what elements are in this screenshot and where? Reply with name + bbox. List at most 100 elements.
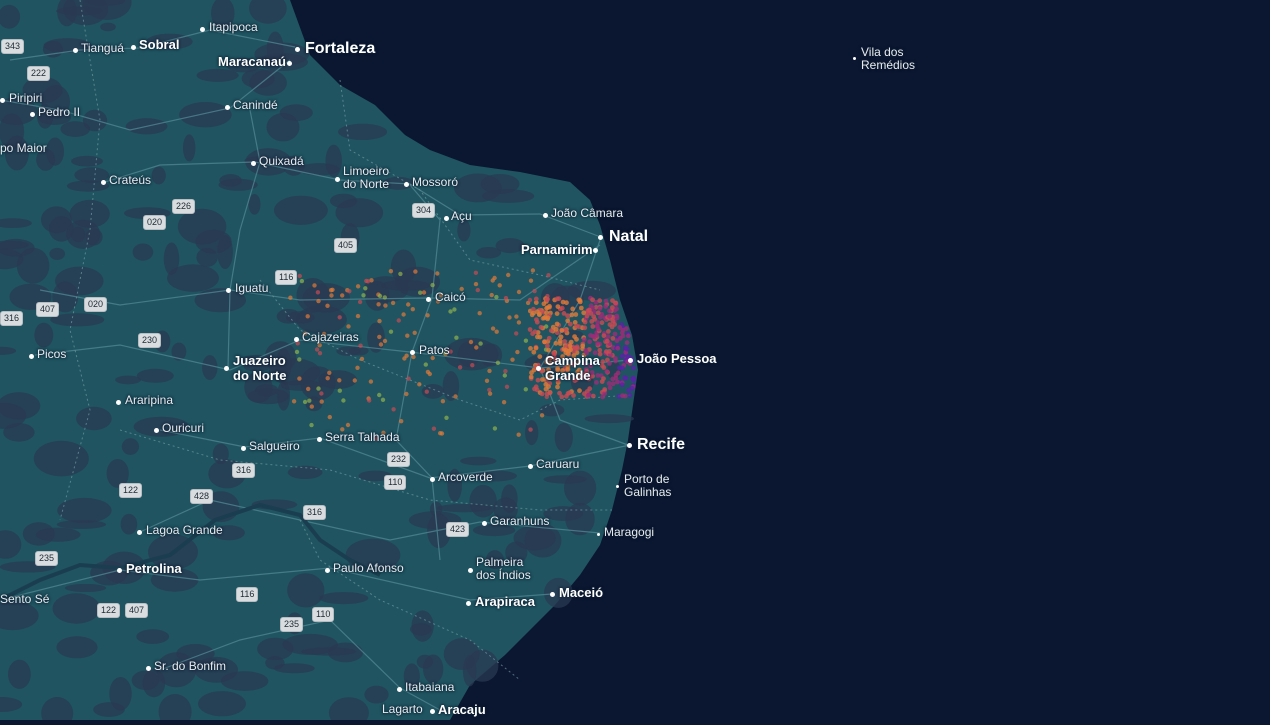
terrain-patch xyxy=(56,636,98,659)
city-dot xyxy=(325,568,330,573)
city-aracaju[interactable]: Aracaju xyxy=(430,702,486,718)
city-petrolina[interactable]: Petrolina xyxy=(117,561,182,577)
city-caninde[interactable]: Canindé xyxy=(225,98,278,112)
heat-point xyxy=(595,310,601,316)
city-senhor-do-bonfim[interactable]: Sr. do Bonfim xyxy=(146,659,227,673)
city-sobral[interactable]: Sobral xyxy=(131,37,179,53)
city-label: Recife xyxy=(637,436,686,453)
highway-shield: 405 xyxy=(334,238,358,253)
highway-shield: 343 xyxy=(1,39,25,54)
city-sento-se[interactable]: Sento Sé xyxy=(0,592,49,606)
city-label: Sr. do Bonfim xyxy=(154,659,227,673)
heat-point xyxy=(448,309,453,314)
city-cajazeiras[interactable]: Cajazeiras xyxy=(294,330,359,344)
city-mossoro[interactable]: Mossoró xyxy=(404,175,459,189)
heat-point xyxy=(568,339,574,345)
heat-point xyxy=(565,318,571,324)
city-ouricuri[interactable]: Ouricuri xyxy=(154,421,205,435)
city-label: Lagoa Grande xyxy=(146,523,223,537)
city-iguatu[interactable]: Iguatu xyxy=(226,281,268,295)
heat-point xyxy=(581,337,587,342)
city-parnamirim[interactable]: Parnamirim xyxy=(521,242,598,258)
city-label: Ouricuri xyxy=(162,421,205,435)
heat-point xyxy=(555,304,561,309)
heat-point xyxy=(431,426,437,431)
city-campo-maior[interactable]: po Maior xyxy=(0,141,47,155)
city-juazeiro-do-norte[interactable]: Juazeiro do Norte xyxy=(224,353,286,383)
terrain-patch xyxy=(554,423,573,452)
city-label: Lagarto xyxy=(382,702,423,716)
city-maracanau[interactable]: Maracanaú xyxy=(218,54,292,70)
city-caruaru[interactable]: Caruaru xyxy=(528,457,579,471)
terrain-patch xyxy=(482,189,535,203)
heat-point xyxy=(528,346,533,351)
city-joao-pessoa[interactable]: João Pessoa xyxy=(628,351,717,367)
city-quixada[interactable]: Quixadá xyxy=(251,154,304,168)
highway-shield: 222 xyxy=(27,66,51,81)
heat-point xyxy=(399,419,404,424)
city-natal[interactable]: Natal xyxy=(598,228,648,246)
heat-point xyxy=(624,340,630,345)
city-acu[interactable]: Açu xyxy=(444,209,472,223)
heat-point xyxy=(577,298,583,303)
city-garanhuns[interactable]: Garanhuns xyxy=(482,514,549,528)
heat-point xyxy=(630,376,635,382)
city-fortaleza[interactable]: Fortaleza xyxy=(295,40,375,58)
city-itabaiana[interactable]: Itabaiana xyxy=(397,680,454,694)
city-arapiraca[interactable]: Arapiraca xyxy=(466,594,535,610)
heat-point xyxy=(410,307,415,312)
city-tiangua[interactable]: Tianguá xyxy=(73,41,124,55)
city-limoeiro-do-norte[interactable]: Limoeiro do Norte xyxy=(335,164,389,192)
heat-point xyxy=(477,311,482,316)
city-piripiri[interactable]: Piripiri xyxy=(0,91,43,105)
city-vila-dos-remedios[interactable]: Vila dos Remédios xyxy=(853,45,915,73)
city-salgueiro[interactable]: Salgueiro xyxy=(241,439,300,453)
city-dot xyxy=(528,464,533,469)
city-arcoverde[interactable]: Arcoverde xyxy=(430,470,493,484)
heat-point xyxy=(612,331,618,337)
city-joao-camara[interactable]: João Câmara xyxy=(543,206,623,220)
map-view[interactable]: Itapipoca Tianguá Sobral Maracanaú Forta… xyxy=(0,0,1270,725)
city-maceio[interactable]: Maceió xyxy=(550,585,604,601)
city-recife[interactable]: Recife xyxy=(627,436,685,454)
city-crateus[interactable]: Crateús xyxy=(101,173,151,187)
heat-point xyxy=(590,393,596,399)
terrain-patch xyxy=(249,69,287,96)
city-label: Piripiri xyxy=(9,91,43,105)
heat-point xyxy=(453,394,458,399)
city-dot xyxy=(550,592,555,597)
terrain-patch xyxy=(335,198,384,228)
heat-point xyxy=(600,359,606,365)
heat-point xyxy=(398,271,403,277)
terrain-patch xyxy=(364,685,389,704)
highway-shield: 020 xyxy=(84,297,108,312)
city-palmeira-dos-indios[interactable]: Palmeira dos Índios xyxy=(468,555,531,583)
city-pedro-ii[interactable]: Pedro II xyxy=(30,105,80,119)
heat-point xyxy=(530,268,536,273)
city-campina-grande[interactable]: Campina Grande xyxy=(536,353,600,383)
highway-shield: 116 xyxy=(275,270,298,285)
city-label: Maceió xyxy=(559,585,604,600)
city-serra-talhada[interactable]: Serra Talhada xyxy=(317,430,400,444)
heat-point xyxy=(544,305,549,311)
city-itapipoca[interactable]: Itapipoca xyxy=(200,20,258,34)
heat-point xyxy=(528,427,533,432)
city-caico[interactable]: Caicó xyxy=(426,290,466,304)
city-patos[interactable]: Patos xyxy=(410,343,450,357)
city-maragogi[interactable]: Maragogi xyxy=(597,525,654,539)
terrain-patch xyxy=(33,440,89,477)
highway-shield: 304 xyxy=(412,203,436,218)
heat-point xyxy=(423,362,428,367)
terrain-patch xyxy=(69,199,110,228)
city-lagarto[interactable]: Lagarto xyxy=(382,702,423,716)
city-lagoa-grande[interactable]: Lagoa Grande xyxy=(137,523,223,537)
heat-point xyxy=(484,378,490,383)
city-label: Tianguá xyxy=(81,41,124,55)
city-paulo-afonso[interactable]: Paulo Afonso xyxy=(325,561,404,575)
heat-point xyxy=(598,314,603,320)
city-label: Mossoró xyxy=(412,175,459,189)
city-araripina[interactable]: Araripina xyxy=(116,393,173,407)
city-porto-de-galinhas[interactable]: Porto de Galinhas xyxy=(616,472,671,500)
city-picos[interactable]: Picos xyxy=(29,347,66,361)
terrain-patch xyxy=(410,623,432,636)
